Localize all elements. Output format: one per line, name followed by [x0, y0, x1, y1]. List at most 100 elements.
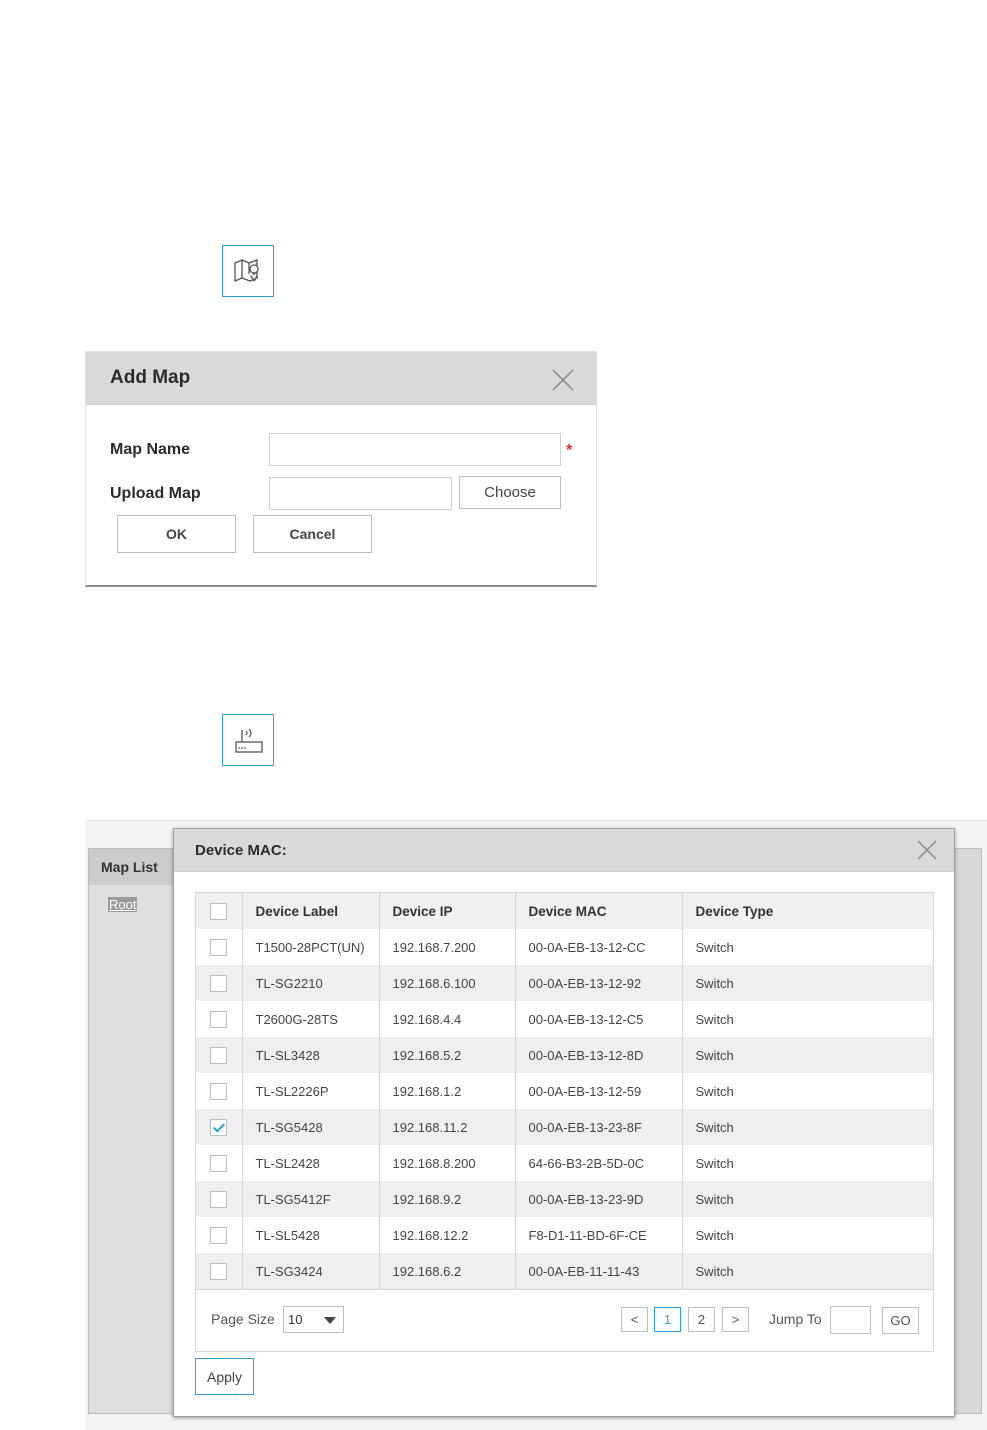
- cell-device-mac: 00-0A-EB-13-23-9D: [515, 1181, 683, 1217]
- cell-device-type: Switch: [682, 1253, 933, 1289]
- map-icon-button[interactable]: [222, 245, 274, 297]
- wireless-device-icon: [235, 728, 263, 753]
- table-row[interactable]: TL-SL2226P 192.168.1.2 00-0A-EB-13-12-59 Sw…: [196, 1073, 933, 1109]
- row-checkbox[interactable]: [210, 938, 228, 956]
- ok-button[interactable]: OK: [117, 515, 236, 553]
- row-checkbox[interactable]: [210, 1262, 228, 1280]
- row-checkbox[interactable]: [210, 1082, 228, 1100]
- cell-device-mac: 00-0A-EB-13-23-8F: [515, 1109, 683, 1145]
- cell-device-mac: F8-D1-11-BD-6F-CE: [515, 1217, 683, 1253]
- cell-device-type: Switch: [695, 1227, 734, 1243]
- cell-device-label: TL-SG2210: [242, 965, 380, 1001]
- map-name-label: Map Name: [110, 441, 191, 458]
- cell-device-ip: 192.168.7.200: [379, 929, 516, 965]
- cell-device-label: T2600G-28TS: [242, 1001, 380, 1037]
- row-checkbox-cell: [196, 1109, 243, 1145]
- prev-page-button[interactable]: <: [621, 1307, 648, 1332]
- column-header-device-mac[interactable]: Device MAC: [515, 893, 683, 929]
- go-button[interactable]: GO: [882, 1307, 919, 1334]
- table-row[interactable]: TL-SG5412F 192.168.9.2 00-0A-EB-13-23-9D Sw…: [196, 1181, 933, 1217]
- dialog-title: Add Map: [86, 352, 596, 405]
- apply-button[interactable]: Apply: [195, 1358, 254, 1395]
- map-list-item-root[interactable]: Root: [108, 897, 138, 912]
- device-table-container: Device Label Device IP Device MAC Device…: [195, 892, 934, 1352]
- select-all-cell: [196, 893, 243, 929]
- row-checkbox-cell: [196, 1217, 243, 1253]
- table-row[interactable]: TL-SG5428 192.168.11.2 00-0A-EB-13-23-8F Sw…: [196, 1109, 933, 1145]
- cell-device-type: Switch: [682, 1037, 933, 1073]
- cell-device-mac: 00-0A-EB-13-12-CC: [515, 929, 683, 965]
- row-checkbox-cell: [196, 1145, 243, 1181]
- cell-device-type: Switch: [682, 1181, 933, 1217]
- pagination-bar: Page Size 10 < 1 2 > Jump To GO: [196, 1289, 933, 1351]
- column-header-device-ip[interactable]: Device IP: [379, 893, 516, 929]
- cell-device-mac: 00-0A-EB-13-12-C5: [515, 1001, 683, 1037]
- row-checkbox[interactable]: [210, 1226, 228, 1244]
- choose-button[interactable]: Choose: [459, 476, 561, 509]
- cell-device-mac: 64-66-B3-2B-5D-0C: [515, 1145, 683, 1181]
- cell-device-type: Switch: [695, 1083, 734, 1099]
- table-row[interactable]: TL-SG2210 192.168.6.100 00-0A-EB-13-12-92 S…: [196, 965, 933, 1001]
- upload-map-label: Upload Map: [110, 485, 201, 502]
- column-header-device-type[interactable]: Device Type: [682, 893, 933, 929]
- cell-device-label: TL-SG5412F: [242, 1181, 380, 1217]
- close-icon[interactable]: [916, 839, 938, 861]
- column-header-device-label[interactable]: Device Label: [242, 893, 380, 929]
- cell-device-label: TL-SL2226P: [242, 1073, 380, 1109]
- cell-device-label: TL-SL2428: [242, 1145, 380, 1181]
- table-row[interactable]: TL-SL2428 192.168.8.200 64-66-B3-2B-5D-0C S…: [196, 1145, 933, 1181]
- row-checkbox[interactable]: [210, 1190, 228, 1208]
- table-row[interactable]: TL-SL3428 192.168.5.2 00-0A-EB-13-12-8D Swi…: [196, 1037, 933, 1073]
- close-icon[interactable]: [550, 367, 576, 393]
- map-list-title: Map List: [89, 849, 173, 885]
- cell-device-ip: 192.168.12.2: [379, 1217, 516, 1253]
- row-checkbox[interactable]: [210, 1154, 228, 1172]
- cell-device-type: Switch: [682, 965, 933, 1001]
- row-checkbox[interactable]: [210, 1046, 228, 1064]
- row-checkbox[interactable]: [210, 974, 228, 992]
- add-map-dialog: Add Map Map Name * Upload Map Choose OK …: [85, 351, 597, 587]
- page-button-1[interactable]: 1: [654, 1307, 681, 1332]
- chevron-down-icon: [324, 1317, 336, 1324]
- select-all-checkbox[interactable]: [210, 902, 228, 920]
- row-checkbox-cell: [196, 929, 243, 965]
- jump-to-label: Jump To: [769, 1311, 822, 1327]
- cell-device-mac: 00-0A-EB-13-12-92: [515, 965, 683, 1001]
- cell-device-mac: 00-0A-EB-13-12-8D: [515, 1037, 683, 1073]
- cell-device-type: Switch: [695, 1011, 734, 1027]
- page-size-select[interactable]: 10: [283, 1306, 344, 1333]
- cell-device-mac: 00-0A-EB-11-11-43: [515, 1253, 683, 1289]
- cell-device-label: TL-SG3424: [242, 1253, 380, 1289]
- device-icon-button[interactable]: [222, 714, 274, 766]
- cell-device-ip: 192.168.4.4: [379, 1001, 516, 1037]
- table-row[interactable]: TL-SG3424 192.168.6.2 00-0A-EB-11-11-43 Swi…: [196, 1253, 933, 1289]
- cell-device-ip: 192.168.1.2: [379, 1073, 516, 1109]
- row-checkbox-cell: [196, 1253, 243, 1289]
- table-row[interactable]: T2600G-28TS 192.168.4.4 00-0A-EB-13-12-C5 S…: [196, 1001, 933, 1037]
- map-list-panel: Map List Root: [88, 848, 174, 1414]
- row-checkbox[interactable]: [210, 1010, 228, 1028]
- table-row[interactable]: TL-SL5428 192.168.12.2 F8-D1-11-BD-6F-CE Sw…: [196, 1217, 933, 1253]
- cell-device-ip: 192.168.6.2: [379, 1253, 516, 1289]
- device-table: Device Label Device IP Device MAC Device…: [196, 893, 933, 1289]
- map-name-input[interactable]: [269, 433, 561, 466]
- cell-device-ip: 192.168.8.200: [379, 1145, 516, 1181]
- next-page-button[interactable]: >: [722, 1307, 749, 1332]
- page-size-value: 10: [288, 1312, 303, 1327]
- row-checkbox[interactable]: [210, 1118, 228, 1136]
- table-header-row: Device Label Device IP Device MAC Device…: [196, 893, 933, 929]
- row-checkbox-cell: [196, 965, 243, 1001]
- cell-device-type: Switch: [695, 939, 734, 955]
- cell-device-ip: 192.168.6.100: [379, 965, 516, 1001]
- jump-to-input[interactable]: [830, 1306, 871, 1334]
- row-checkbox-cell: [196, 1181, 243, 1217]
- cell-device-label: TL-SL3428: [242, 1037, 380, 1073]
- table-row[interactable]: T1500-28PCT(UN) 192.168.7.200 00-0A-EB-13-…: [196, 929, 933, 965]
- page-button-2[interactable]: 2: [688, 1307, 715, 1332]
- cell-device-ip: 192.168.9.2: [379, 1181, 516, 1217]
- required-mark: *: [566, 442, 573, 459]
- cell-device-label: TL-SG5428: [242, 1109, 380, 1145]
- cancel-button[interactable]: Cancel: [253, 515, 372, 553]
- upload-map-input[interactable]: [269, 477, 452, 510]
- device-mac-dialog: Device MAC: Device Label Device IP Devic…: [173, 828, 955, 1417]
